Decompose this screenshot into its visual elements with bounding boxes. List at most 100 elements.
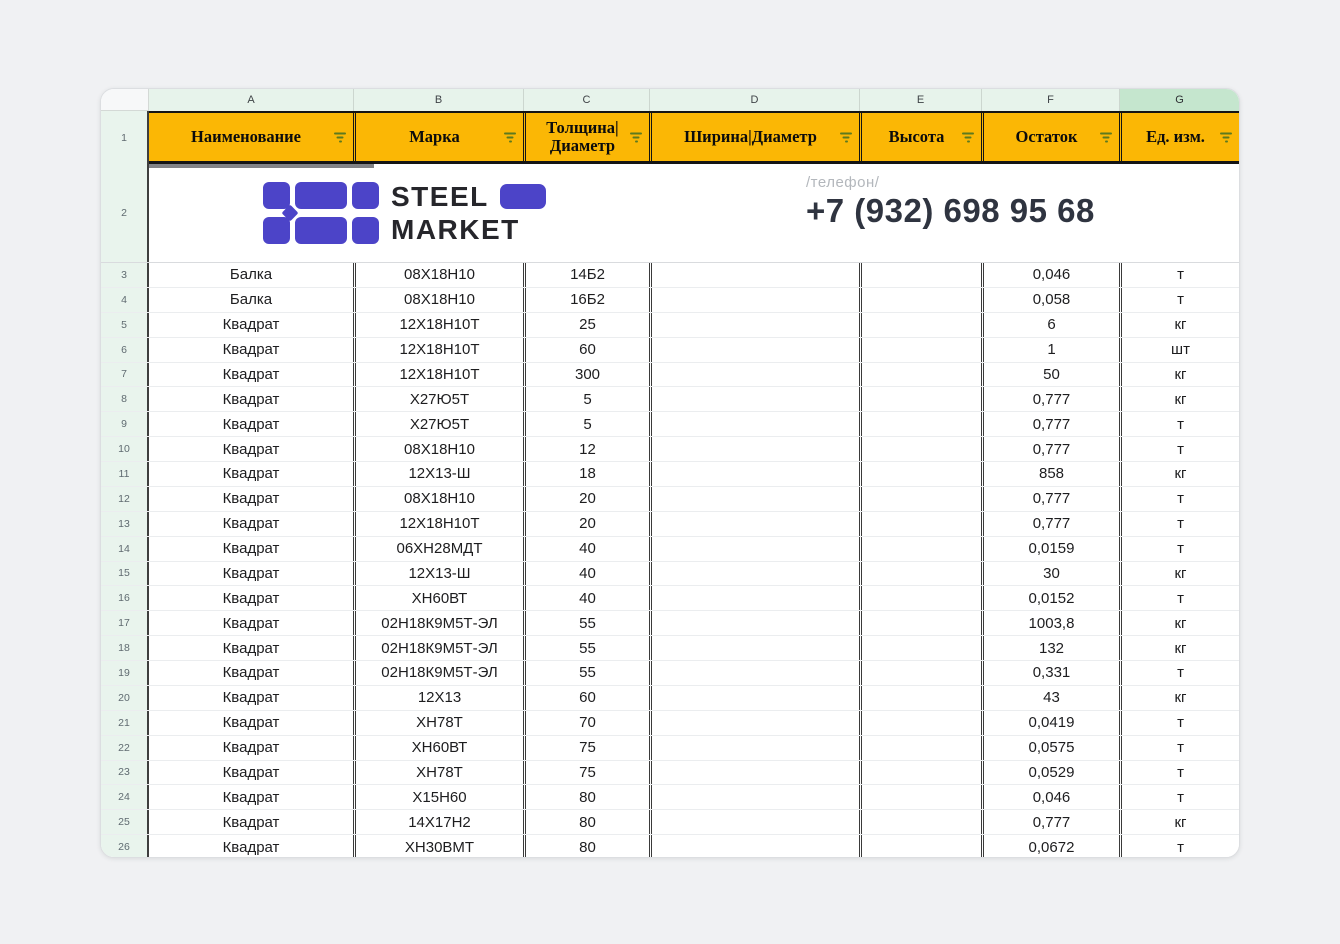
- cell-height[interactable]: [859, 437, 981, 461]
- cell-name[interactable]: Квадрат: [149, 412, 353, 437]
- cell-width[interactable]: [649, 337, 859, 362]
- cell-height[interactable]: [859, 785, 981, 810]
- cell-unit[interactable]: т: [1119, 263, 1239, 287]
- cell-grade[interactable]: 08Х18Н10: [353, 263, 523, 287]
- row-number[interactable]: 8: [101, 387, 149, 412]
- row-number[interactable]: 25: [101, 810, 149, 835]
- cell-thickness[interactable]: 55: [523, 611, 649, 636]
- cell-unit[interactable]: шт: [1119, 337, 1239, 362]
- column-header-a[interactable]: A: [149, 89, 353, 111]
- cell-unit[interactable]: т: [1119, 437, 1239, 461]
- cell-width[interactable]: [649, 611, 859, 636]
- cell-width[interactable]: [649, 835, 859, 857]
- cell-thickness[interactable]: 80: [523, 835, 649, 857]
- cell-name[interactable]: Квадрат: [149, 387, 353, 412]
- cell-grade[interactable]: 06ХН28МДТ: [353, 536, 523, 561]
- cell-height[interactable]: [859, 835, 981, 857]
- row-number[interactable]: 19: [101, 661, 149, 685]
- row-number[interactable]: 23: [101, 760, 149, 785]
- cell-width[interactable]: [649, 760, 859, 785]
- cell-grade[interactable]: ХН78Т: [353, 710, 523, 735]
- filter-icon[interactable]: [1099, 131, 1114, 144]
- cell-grade[interactable]: 02Н18К9М5Т-ЭЛ: [353, 636, 523, 660]
- cell-name[interactable]: Квадрат: [149, 536, 353, 561]
- row-number[interactable]: 16: [101, 586, 149, 611]
- cell-grade[interactable]: ХН78Т: [353, 760, 523, 785]
- cell-grade[interactable]: Х15Н60: [353, 785, 523, 810]
- cell-stock[interactable]: 50: [981, 362, 1119, 387]
- cell-width[interactable]: [649, 710, 859, 735]
- cell-width[interactable]: [649, 661, 859, 685]
- cell-stock[interactable]: 0,046: [981, 785, 1119, 810]
- cell-thickness[interactable]: 55: [523, 636, 649, 660]
- cell-stock[interactable]: 0,0152: [981, 586, 1119, 611]
- cell-name[interactable]: Квадрат: [149, 785, 353, 810]
- cell-name[interactable]: Квадрат: [149, 735, 353, 760]
- row-number[interactable]: 24: [101, 785, 149, 810]
- cell-thickness[interactable]: 80: [523, 810, 649, 835]
- cell-height[interactable]: [859, 387, 981, 412]
- row-number[interactable]: 20: [101, 685, 149, 710]
- cell-grade[interactable]: 08Х18Н10: [353, 287, 523, 312]
- cell-height[interactable]: [859, 685, 981, 710]
- cell-width[interactable]: [649, 561, 859, 586]
- cell-name[interactable]: Квадрат: [149, 486, 353, 511]
- row-number[interactable]: 15: [101, 561, 149, 586]
- row-number[interactable]: 14: [101, 536, 149, 561]
- row-number[interactable]: 17: [101, 611, 149, 636]
- column-header-e[interactable]: E: [859, 89, 981, 111]
- cell-name[interactable]: Квадрат: [149, 561, 353, 586]
- cell-stock[interactable]: 1003,8: [981, 611, 1119, 636]
- column-header-d[interactable]: D: [649, 89, 859, 111]
- row-number[interactable]: 5: [101, 312, 149, 337]
- cell-thickness[interactable]: 16Б2: [523, 287, 649, 312]
- cell-name[interactable]: Квадрат: [149, 636, 353, 660]
- cell-grade[interactable]: Х27Ю5Т: [353, 387, 523, 412]
- cell-height[interactable]: [859, 561, 981, 586]
- cell-unit[interactable]: т: [1119, 511, 1239, 536]
- cell-thickness[interactable]: 75: [523, 735, 649, 760]
- cell-grade[interactable]: 12Х18Н10Т: [353, 511, 523, 536]
- filter-icon[interactable]: [629, 131, 644, 144]
- cell-stock[interactable]: 0,331: [981, 661, 1119, 685]
- cell-height[interactable]: [859, 312, 981, 337]
- row-number[interactable]: 9: [101, 412, 149, 437]
- row-number[interactable]: 13: [101, 511, 149, 536]
- cell-name[interactable]: Квадрат: [149, 760, 353, 785]
- column-header-c[interactable]: C: [523, 89, 649, 111]
- cell-stock[interactable]: 0,058: [981, 287, 1119, 312]
- row-number[interactable]: 12: [101, 486, 149, 511]
- cell-height[interactable]: [859, 661, 981, 685]
- row-number[interactable]: 22: [101, 735, 149, 760]
- cell-unit[interactable]: кг: [1119, 810, 1239, 835]
- cell-thickness[interactable]: 60: [523, 685, 649, 710]
- cell-stock[interactable]: 6: [981, 312, 1119, 337]
- row-number[interactable]: 11: [101, 462, 149, 486]
- cell-thickness[interactable]: 55: [523, 661, 649, 685]
- column-header-g[interactable]: G: [1119, 89, 1239, 111]
- cell-width[interactable]: [649, 636, 859, 660]
- row-number[interactable]: 18: [101, 636, 149, 660]
- cell-grade[interactable]: 12Х13-Ш: [353, 462, 523, 486]
- cell-name[interactable]: Квадрат: [149, 835, 353, 857]
- cell-name[interactable]: Балка: [149, 263, 353, 287]
- cell-unit[interactable]: т: [1119, 287, 1239, 312]
- cell-name[interactable]: Квадрат: [149, 685, 353, 710]
- cell-height[interactable]: [859, 263, 981, 287]
- cell-stock[interactable]: 0,777: [981, 511, 1119, 536]
- cell-thickness[interactable]: 80: [523, 785, 649, 810]
- cell-unit[interactable]: кг: [1119, 561, 1239, 586]
- row-number[interactable]: 7: [101, 362, 149, 387]
- cell-height[interactable]: [859, 586, 981, 611]
- cell-unit[interactable]: т: [1119, 735, 1239, 760]
- cell-thickness[interactable]: 40: [523, 586, 649, 611]
- cell-name[interactable]: Квадрат: [149, 312, 353, 337]
- cell-grade[interactable]: 12Х13: [353, 685, 523, 710]
- column-header-f[interactable]: F: [981, 89, 1119, 111]
- cell-width[interactable]: [649, 785, 859, 810]
- cell-height[interactable]: [859, 636, 981, 660]
- row-number[interactable]: 3: [101, 263, 149, 287]
- cell-height[interactable]: [859, 735, 981, 760]
- cell-width[interactable]: [649, 685, 859, 710]
- select-all-corner[interactable]: [101, 89, 149, 111]
